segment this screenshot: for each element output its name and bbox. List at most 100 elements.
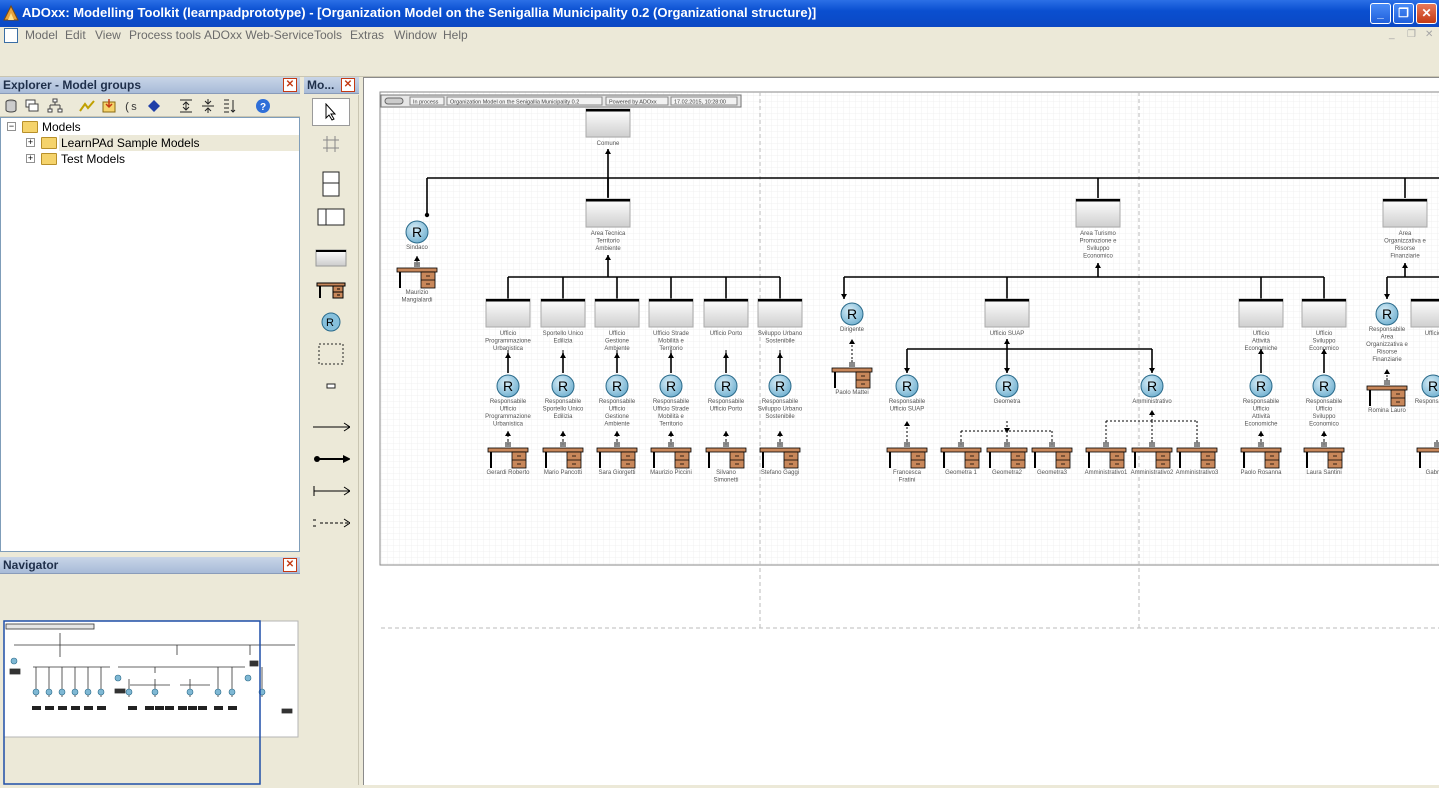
org-diagram[interactable]: In process Organization Model on the Seni… (364, 78, 1439, 785)
role[interactable]: R (1312, 374, 1336, 398)
vertical-swimlane-tool[interactable] (312, 203, 350, 231)
navigator-close-button[interactable]: ✕ (283, 558, 297, 572)
role[interactable]: R (496, 374, 520, 398)
mdi-minimize-button[interactable]: _ (1389, 29, 1395, 40)
performer-label: Maurizio Mangialardi (401, 290, 432, 304)
sort-icon[interactable] (222, 98, 238, 114)
swimlane-tool[interactable] (312, 130, 350, 158)
tree-item-models[interactable]: − Models (1, 119, 299, 135)
help-icon[interactable]: ? (255, 98, 271, 114)
role[interactable]: R (768, 374, 792, 398)
role[interactable]: R (1375, 302, 1399, 326)
org-unit[interactable] (1238, 298, 1284, 328)
menu-view[interactable]: View (95, 28, 121, 42)
org-unit[interactable] (540, 298, 586, 328)
explorer-header: Explorer - Model groups (0, 77, 300, 94)
menu-model[interactable]: Model (25, 28, 58, 42)
org-unit[interactable] (1301, 298, 1347, 328)
org-unit[interactable] (1382, 198, 1428, 228)
role[interactable]: R (1249, 374, 1273, 398)
close-button[interactable]: ✕ (1416, 3, 1437, 24)
organizational-unit-tool[interactable] (312, 244, 350, 272)
minimize-button[interactable]: _ (1370, 3, 1391, 24)
org-unit[interactable] (648, 298, 694, 328)
pointer-icon (325, 103, 337, 121)
select-tool[interactable] (312, 98, 350, 126)
org-unit[interactable] (585, 198, 631, 228)
expand-toggle[interactable]: + (26, 138, 35, 147)
menu-tools[interactable]: Tools (314, 28, 342, 42)
mdi-restore-button[interactable]: ❐ (1407, 29, 1416, 40)
svg-text:R: R (558, 378, 568, 394)
role[interactable]: R (714, 374, 738, 398)
role[interactable]: R (895, 374, 919, 398)
performer-label: Romina Lauro (1368, 408, 1406, 414)
note-tool[interactable] (312, 372, 350, 400)
analysis-icon[interactable] (79, 98, 95, 114)
role[interactable]: R (551, 374, 575, 398)
menu-help[interactable]: Help (443, 28, 468, 42)
group-tool[interactable] (312, 340, 350, 368)
model-groups-icon[interactable] (24, 98, 40, 114)
import-icon[interactable] (101, 98, 117, 114)
document-icon[interactable] (4, 28, 18, 43)
menu-window[interactable]: Window (394, 28, 437, 42)
org-unit-label: Ufficio Porto (710, 331, 743, 337)
navigator-thumbnail[interactable] (0, 575, 300, 785)
role-label: Sindaco (406, 245, 428, 251)
role-label: Amministrativo (1132, 399, 1172, 405)
navigator-panel (0, 575, 300, 785)
tree-item-learnpad-sample-models[interactable]: + LearnPAd Sample Models (1, 135, 299, 151)
org-unit[interactable] (1075, 198, 1121, 228)
adoxx-app-icon[interactable] (3, 5, 19, 21)
svg-text:R: R (612, 378, 622, 394)
dashed-relation-tool[interactable] (312, 509, 350, 537)
org-unit[interactable] (485, 298, 531, 328)
org-unit[interactable] (703, 298, 749, 328)
performer-tool[interactable] (312, 276, 350, 304)
expand-icon[interactable] (178, 98, 194, 114)
collapse-toggle[interactable]: − (7, 122, 16, 131)
hierarchy-icon[interactable] (47, 98, 63, 114)
menu-adoxx-web-service[interactable]: ADOxx Web-Service (204, 28, 314, 42)
org-unit[interactable] (594, 298, 640, 328)
role[interactable]: R (405, 220, 429, 244)
desk-icon (316, 282, 346, 299)
menu-edit[interactable]: Edit (65, 28, 86, 42)
role[interactable]: R (1140, 374, 1164, 398)
org-unit[interactable] (984, 298, 1030, 328)
mdi-close-button[interactable]: ✕ (1425, 29, 1433, 40)
org-unit[interactable] (585, 108, 631, 138)
role[interactable]: R (840, 302, 864, 326)
modelling-bar-close-button[interactable]: ✕ (341, 78, 355, 92)
performer-label: Stefano Gaggi (761, 470, 799, 476)
menu-process-tools[interactable]: Process tools (129, 28, 201, 42)
org-unit[interactable] (757, 298, 803, 328)
folder-icon (41, 153, 57, 165)
modelling-bar-title: Mo... (307, 78, 335, 92)
role[interactable]: R (995, 374, 1019, 398)
role-label: Responsabile (1415, 399, 1439, 405)
belongs-to-relation-tool[interactable] (312, 413, 350, 441)
has-role-relation-tool[interactable] (312, 477, 350, 505)
database-icon[interactable] (3, 98, 19, 114)
role-label: Responsabile Ufficio Porto (708, 399, 745, 413)
is-manager-relation-tool[interactable] (312, 445, 350, 473)
expand-toggle[interactable]: + (26, 154, 35, 163)
role[interactable]: R (1421, 374, 1439, 398)
role-tool[interactable]: R (312, 308, 350, 336)
crosshair-icon (323, 136, 339, 152)
role[interactable]: R (605, 374, 629, 398)
role[interactable]: R (659, 374, 683, 398)
script-icon[interactable]: (s) (123, 98, 139, 114)
svg-text:R: R (775, 378, 785, 394)
restore-button[interactable]: ❐ (1393, 3, 1414, 24)
diamond-icon[interactable] (146, 98, 162, 114)
explorer-close-button[interactable]: ✕ (283, 78, 297, 92)
org-unit[interactable] (1410, 298, 1439, 328)
horizontal-swimlane-tool[interactable] (312, 170, 350, 198)
menu-extras[interactable]: Extras (350, 28, 384, 42)
tree-item-test-models[interactable]: + Test Models (1, 151, 299, 167)
model-canvas[interactable]: In process Organization Model on the Seni… (363, 77, 1439, 785)
collapse-icon[interactable] (200, 98, 216, 114)
